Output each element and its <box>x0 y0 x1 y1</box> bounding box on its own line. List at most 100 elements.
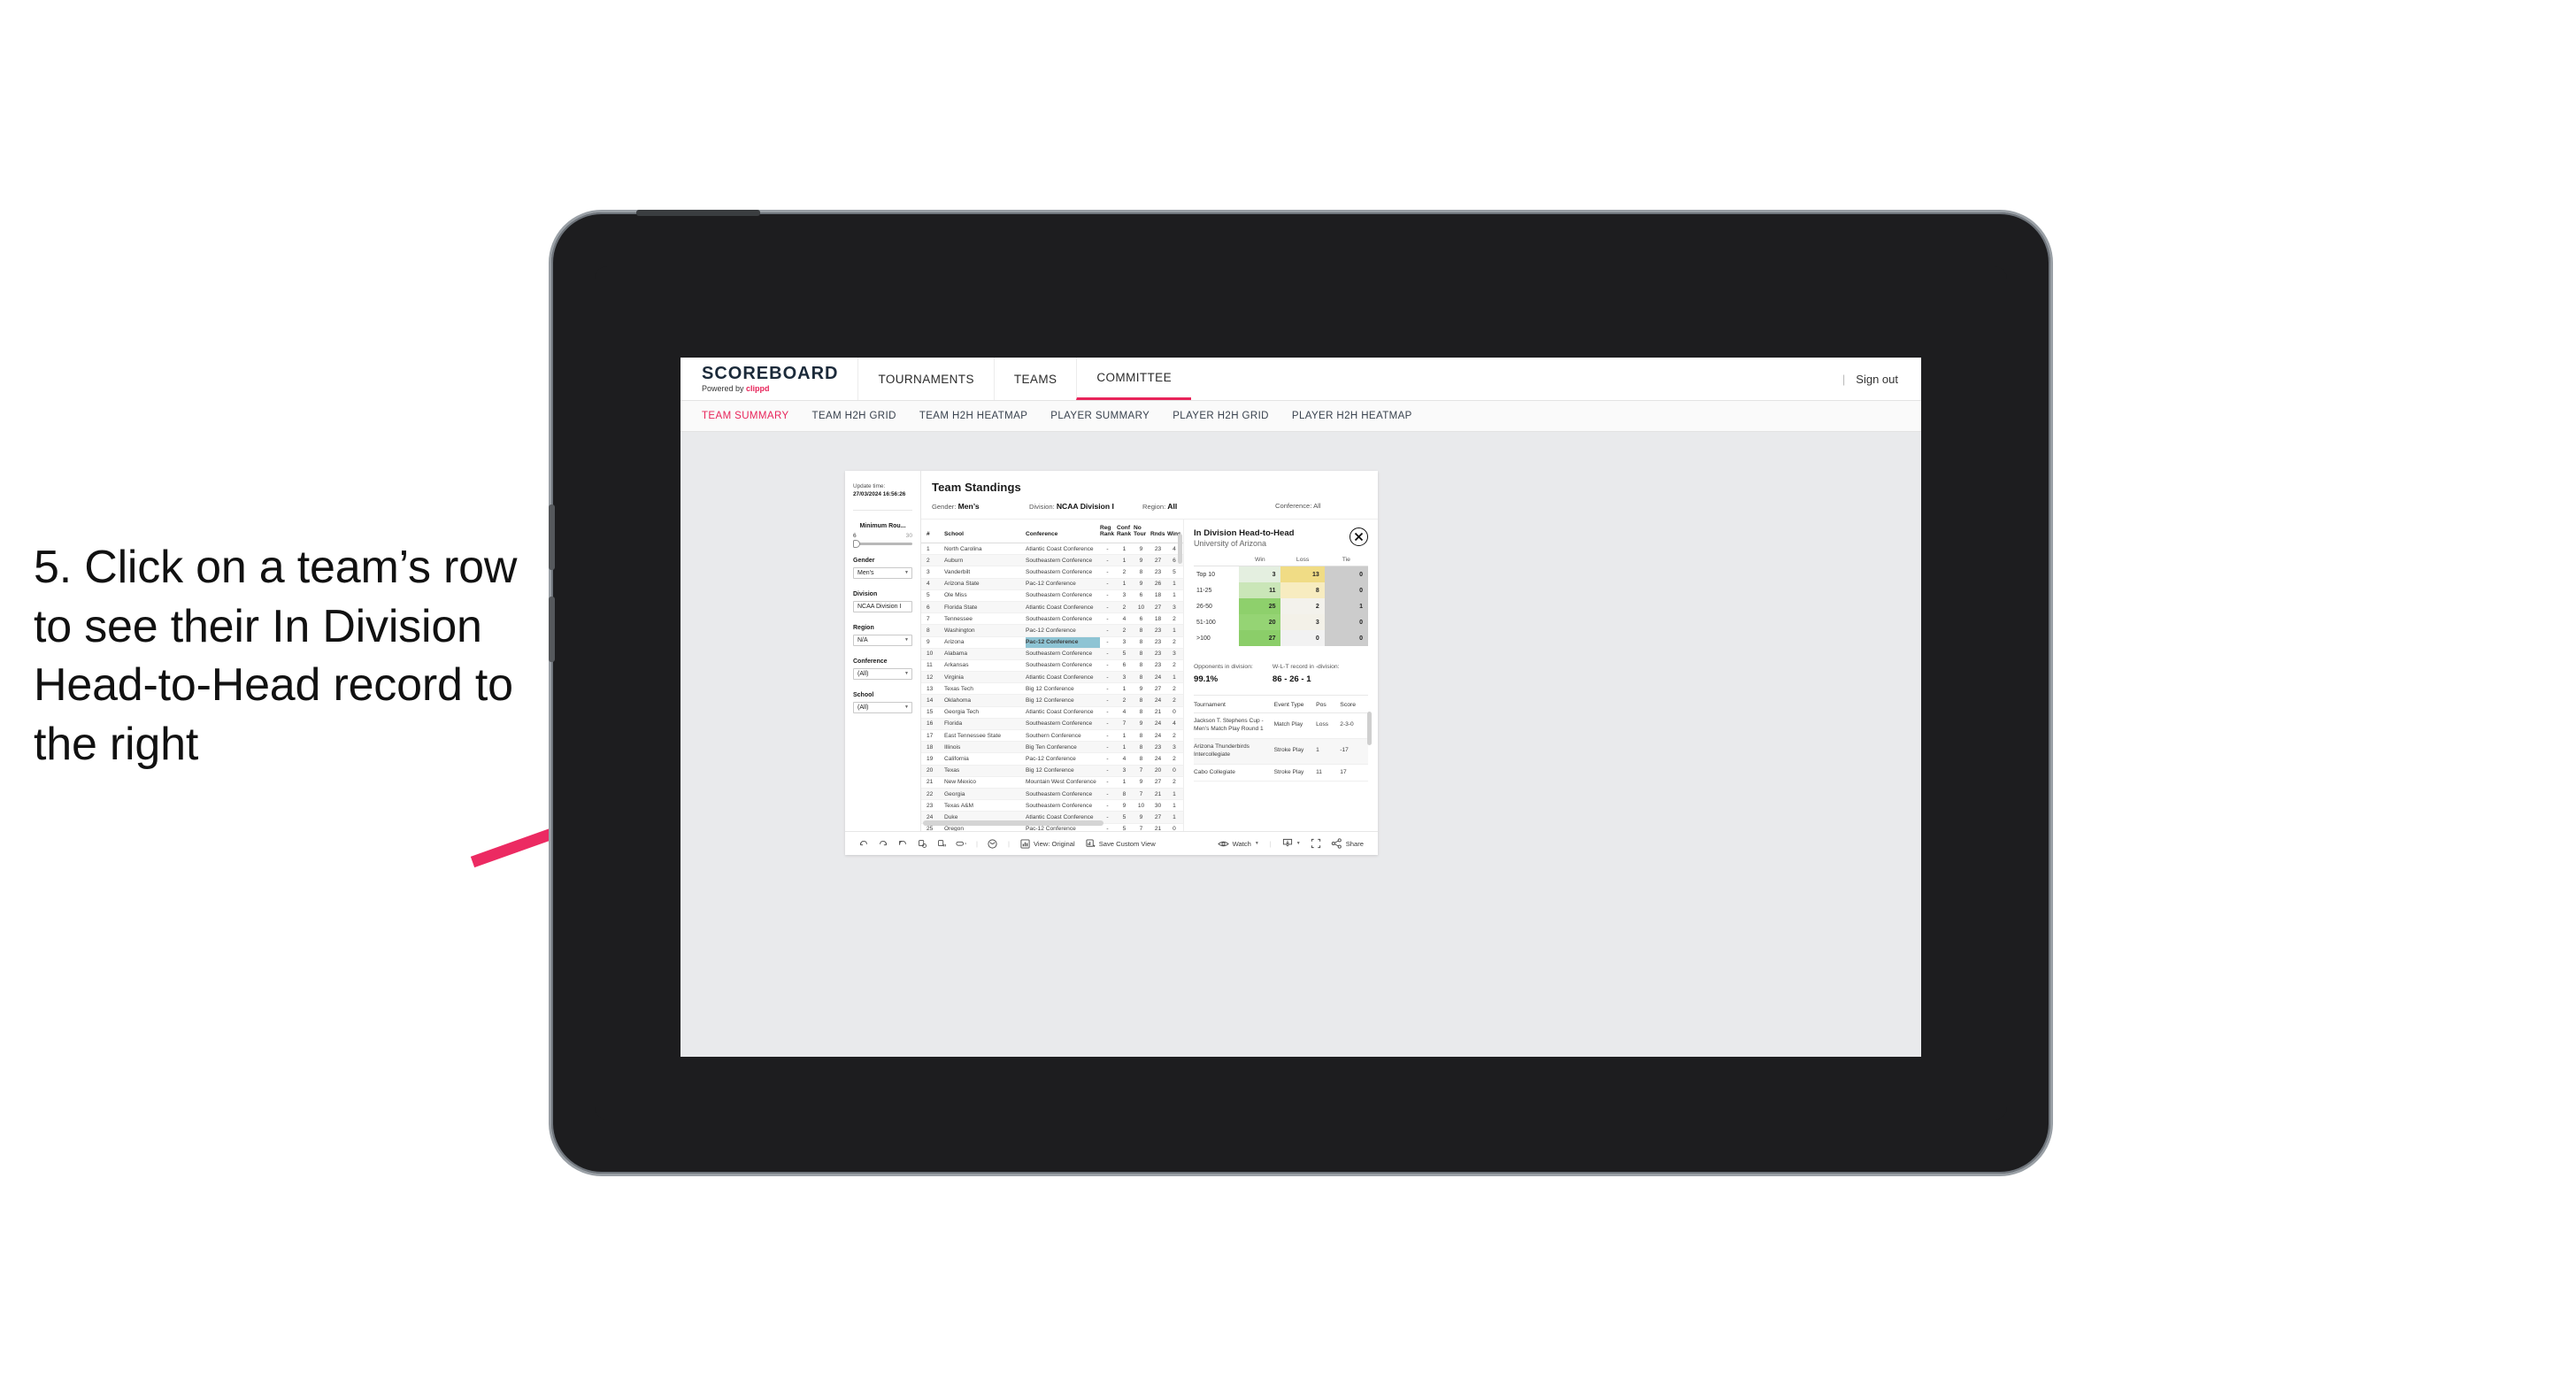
h2h-col-win: Win <box>1239 556 1281 566</box>
cell-school: Oklahoma <box>944 694 1026 707</box>
filter-conference-select[interactable]: (All) ▼ <box>853 667 912 680</box>
table-row[interactable]: 8 Washington Pac-12 Conference -2 8 23 1 <box>921 624 1183 637</box>
cell-no-tour: 9 <box>1134 554 1150 567</box>
horizontal-scrollbar[interactable] <box>923 820 1103 826</box>
table-row[interactable]: 21 New Mexico Mountain West Conference -1 9 2… <box>921 776 1183 789</box>
slider-handle[interactable] <box>853 539 860 548</box>
revert-icon[interactable] <box>893 838 912 849</box>
col-no-tour[interactable]: No Tour <box>1134 520 1150 543</box>
download-button[interactable]: ▼ <box>1277 838 1306 849</box>
table-row[interactable]: 5 Ole Miss Southeastern Conference -3 6 18 1 <box>921 589 1183 602</box>
sub-nav-team-h2h-grid[interactable]: TEAM H2H GRID <box>812 411 896 421</box>
table-row[interactable]: 13 Texas Tech Big 12 Conference -1 9 27 2 <box>921 682 1183 696</box>
table-row[interactable]: 14 Oklahoma Big 12 Conference -2 8 24 2 <box>921 694 1183 707</box>
cell-school: Auburn <box>944 554 1026 567</box>
tournament-list-wrapper[interactable]: Tournament Event Type Pos Score Jackson … <box>1194 695 1372 782</box>
meta-gender-label: Gender: <box>932 503 958 511</box>
cell-wins: 1 <box>1167 578 1183 590</box>
cell-conference: Atlantic Coast Conference <box>1026 706 1100 719</box>
watch-button[interactable]: Watch ▼ <box>1212 839 1265 849</box>
table-row[interactable]: 12 Virginia Atlantic Coast Conference -3 8 24… <box>921 671 1183 684</box>
pause-icon[interactable] <box>932 838 951 849</box>
sub-nav-player-summary[interactable]: PLAYER SUMMARY <box>1050 411 1150 421</box>
tournament-scrollbar[interactable] <box>1367 712 1372 745</box>
col-conference[interactable]: Conference <box>1026 520 1100 543</box>
vertical-scrollbar[interactable] <box>1178 534 1182 564</box>
sub-nav-player-h2h-grid[interactable]: PLAYER H2H GRID <box>1173 411 1269 421</box>
cell-wins: 1 <box>1167 799 1183 812</box>
filter-gender-select[interactable]: Men’s ▼ <box>853 566 912 579</box>
tournament-row[interactable]: Arizona Thunderbirds Intercollegiate Stro… <box>1194 738 1368 765</box>
tournament-name: Jackson T. Stephens Cup - Men’s Match Pl… <box>1194 712 1274 739</box>
sub-nav-player-h2h-heatmap[interactable]: PLAYER H2H HEATMAP <box>1292 411 1412 421</box>
cell-no-tour: 8 <box>1134 671 1150 684</box>
sign-out-link[interactable]: Sign out <box>1856 373 1898 386</box>
cell-school: Washington <box>944 624 1026 637</box>
h2h-row: 51-100 20 3 0 <box>1194 614 1368 630</box>
standings-table-wrapper[interactable]: # School Conference Reg Rank Conf Rank N… <box>921 520 1183 831</box>
table-row[interactable]: 22 Georgia Southeastern Conference -8 7 21 1 <box>921 788 1183 801</box>
save-custom-view-button[interactable]: Save Custom View <box>1080 838 1161 849</box>
alerts-icon[interactable] <box>983 838 1003 850</box>
device-layout-icon[interactable] <box>951 838 971 849</box>
h2h-tie-cell: 0 <box>1324 582 1368 598</box>
tournament-row[interactable]: Jackson T. Stephens Cup - Men’s Match Pl… <box>1194 712 1368 739</box>
table-row[interactable]: 4 Arizona State Pac-12 Conference -1 9 26 1 <box>921 578 1183 590</box>
sub-nav-team-h2h-heatmap[interactable]: TEAM H2H HEATMAP <box>919 411 1027 421</box>
table-row[interactable]: 19 California Pac-12 Conference -4 8 24 2 <box>921 752 1183 766</box>
top-nav-tournaments[interactable]: TOURNAMENTS <box>857 358 993 400</box>
fullscreen-icon[interactable] <box>1306 838 1326 849</box>
sub-nav-team-summary[interactable]: TEAM SUMMARY <box>702 411 789 421</box>
filter-region-select[interactable]: N/A ▼ <box>853 634 912 646</box>
cell-rnds: 23 <box>1150 741 1167 754</box>
table-row[interactable]: 16 Florida Southeastern Conference -7 9 24 4 <box>921 718 1183 731</box>
stat-wlt-record: W-L-T record in -division: 86 - 26 - 1 <box>1273 664 1340 684</box>
view-original-button[interactable]: View: Original <box>1015 838 1080 849</box>
table-row[interactable]: 7 Tennessee Southeastern Conference -4 6 18 2 <box>921 612 1183 626</box>
table-row[interactable]: 23 Texas A&M Southeastern Conference -9 10 30… <box>921 799 1183 812</box>
cell-no-tour: 8 <box>1134 624 1150 637</box>
col-conf-rank[interactable]: Conf Rank <box>1117 520 1134 543</box>
cell-rank: 18 <box>921 741 944 754</box>
h2h-row: >100 27 0 0 <box>1194 630 1368 646</box>
share-button[interactable]: Share <box>1326 838 1369 849</box>
h2h-tie-cell: 1 <box>1324 598 1368 614</box>
device-volume-down-button[interactable] <box>549 597 555 662</box>
table-row[interactable]: 9 Arizona Pac-12 Conference -3 8 23 2 <box>921 636 1183 649</box>
filter-school-select[interactable]: (All) ▼ <box>853 701 912 713</box>
table-row[interactable]: 3 Vanderbilt Southeastern Conference -2 8 23 5 <box>921 566 1183 579</box>
col-rank[interactable]: # <box>921 520 944 543</box>
undo-icon[interactable] <box>854 838 873 849</box>
table-row[interactable]: 11 Arkansas Southeastern Conference -6 8 23 2 <box>921 659 1183 673</box>
cell-conf-rank: 3 <box>1117 636 1134 649</box>
top-nav-committee[interactable]: COMMITTEE <box>1076 358 1191 400</box>
close-icon[interactable] <box>1350 527 1368 546</box>
col-rnds[interactable]: Rnds <box>1150 520 1167 543</box>
filter-division-select[interactable]: NCAA Division I <box>853 600 912 612</box>
meta-conference-value: All <box>1313 502 1321 510</box>
top-nav-teams[interactable]: TEAMS <box>993 358 1077 400</box>
table-row[interactable]: 15 Georgia Tech Atlantic Coast Conference -… <box>921 706 1183 719</box>
device-volume-up-button[interactable] <box>549 504 555 570</box>
h2h-subtitle: University of Arizona <box>1194 539 1267 548</box>
col-school[interactable]: School <box>944 520 1026 543</box>
table-row[interactable]: 20 Texas Big 12 Conference -3 7 20 0 <box>921 765 1183 777</box>
tour-col-pos: Pos <box>1316 697 1341 713</box>
brand-logo[interactable]: SCOREBOARD Powered by clippd <box>681 358 857 400</box>
redo-icon[interactable] <box>873 838 893 849</box>
table-row[interactable]: 17 East Tennessee State Southern Conferenc… <box>921 729 1183 743</box>
h2h-table-head: Win Loss Tie <box>1194 556 1368 566</box>
table-row[interactable]: 18 Illinois Big Ten Conference -1 8 23 3 <box>921 741 1183 754</box>
tournament-row[interactable]: Cabo Collegiate Stroke Play 11 17 <box>1194 764 1368 782</box>
slider-track[interactable] <box>853 539 912 548</box>
col-reg-rank[interactable]: Reg Rank <box>1100 520 1117 543</box>
table-row[interactable]: 2 Auburn Southeastern Conference -1 9 27 6 <box>921 554 1183 567</box>
cell-school: Texas Tech <box>944 682 1026 696</box>
table-row[interactable]: 1 North Carolina Atlantic Coast Conference… <box>921 543 1183 556</box>
cell-wins: 1 <box>1167 671 1183 684</box>
refresh-icon[interactable] <box>912 838 932 849</box>
device-screen-bezel: SCOREBOARD Powered by clippd TOURNAMENTS… <box>595 266 2007 1120</box>
table-row[interactable]: 6 Florida State Atlantic Coast Conference -… <box>921 601 1183 614</box>
cell-conference: Atlantic Coast Conference <box>1026 601 1100 614</box>
table-row[interactable]: 10 Alabama Southeastern Conference -5 8 23 3 <box>921 648 1183 660</box>
